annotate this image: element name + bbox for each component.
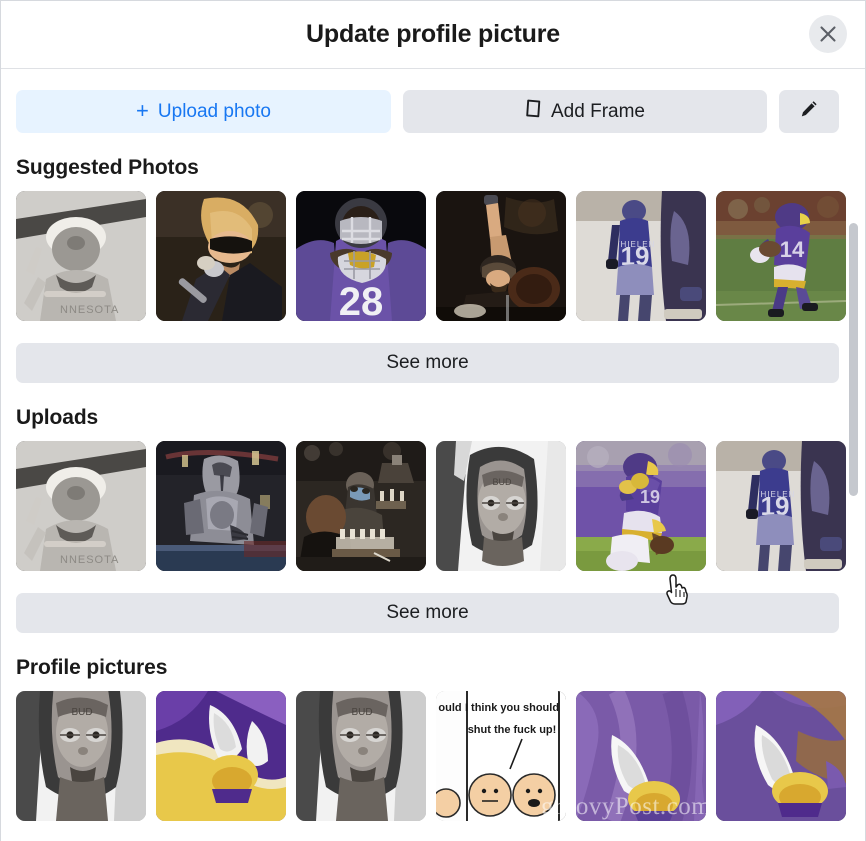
upload-photo-button[interactable]: + Upload photo — [16, 90, 391, 133]
scrollbar-thumb[interactable] — [849, 223, 858, 496]
svg-text:BUD: BUD — [351, 707, 372, 718]
photo-thumbnail[interactable]: BUD — [296, 691, 426, 821]
photo-thumbnail[interactable]: THIELEN 19 — [716, 441, 846, 571]
section-title: Suggested Photos — [16, 156, 199, 179]
see-more-suggested-button[interactable]: See more — [16, 343, 839, 383]
svg-text:BUD: BUD — [492, 477, 512, 487]
photo-thumbnail[interactable]: BUD — [16, 691, 146, 821]
action-row: + Upload photo Add Frame — [16, 69, 850, 133]
add-frame-label: Add Frame — [551, 100, 645, 122]
suggested-photos-grid: NNESOTA 28 THIELEN 19 14 — [16, 191, 846, 321]
page-title: Update profile picture — [306, 20, 560, 48]
pencil-icon — [799, 99, 819, 125]
close-icon — [819, 25, 837, 43]
section-uploads: Uploads NNESOTA BUD 19 THIELEN 19 See mo… — [16, 406, 850, 633]
photo-thumbnail[interactable] — [156, 191, 286, 321]
photo-thumbnail[interactable]: 28 — [296, 191, 426, 321]
svg-text:ould: ould — [438, 702, 461, 714]
svg-text:I think you should: I think you should — [465, 702, 559, 714]
section-title: Uploads — [16, 406, 99, 429]
see-more-uploads-button[interactable]: See more — [16, 593, 839, 633]
edit-button[interactable] — [779, 90, 839, 133]
photo-thumbnail[interactable]: THIELEN 19 — [576, 191, 706, 321]
photo-thumbnail[interactable] — [576, 691, 706, 821]
dialog-body: + Upload photo Add Frame Suggested Photo… — [1, 69, 865, 841]
section-title: Profile pictures — [16, 656, 168, 679]
photo-thumbnail[interactable]: NNESOTA — [16, 441, 146, 571]
svg-text:shut the fuck up!: shut the fuck up! — [468, 724, 557, 736]
scrollbar-track[interactable] — [849, 71, 862, 841]
svg-text:NNESOTA: NNESOTA — [60, 554, 119, 566]
photo-thumbnail[interactable]: ould I think you should shut the fuck up… — [436, 691, 566, 821]
photo-thumbnail[interactable] — [716, 691, 846, 821]
section-profile-pictures: Profile pictures BUD BUD ould I think yo… — [16, 656, 850, 821]
svg-text:14: 14 — [780, 237, 805, 262]
svg-text:19: 19 — [640, 487, 660, 507]
uploads-grid: NNESOTA BUD 19 THIELEN 19 — [16, 441, 846, 571]
upload-photo-label: Upload photo — [157, 100, 271, 122]
svg-text:NNESOTA: NNESOTA — [60, 304, 119, 316]
svg-text:BUD: BUD — [71, 707, 92, 718]
photo-thumbnail[interactable] — [156, 691, 286, 821]
section-suggested-photos: Suggested Photos NNESOTA 28 THIELEN 19 1… — [16, 156, 850, 383]
close-button[interactable] — [809, 15, 847, 53]
photo-thumbnail[interactable]: 14 — [716, 191, 846, 321]
svg-text:28: 28 — [339, 280, 384, 321]
photo-thumbnail[interactable]: 19 — [576, 441, 706, 571]
photo-thumbnail[interactable]: BUD — [436, 441, 566, 571]
update-profile-picture-dialog: Update profile picture + Upload photo Ad… — [0, 0, 866, 841]
plus-icon: + — [136, 97, 149, 123]
dialog-header: Update profile picture — [1, 1, 865, 69]
photo-thumbnail[interactable]: NNESOTA — [16, 191, 146, 321]
photo-thumbnail[interactable] — [296, 441, 426, 571]
frame-icon — [525, 99, 542, 124]
photo-thumbnail[interactable] — [156, 441, 286, 571]
add-frame-button[interactable]: Add Frame — [403, 90, 767, 133]
photo-thumbnail[interactable] — [436, 191, 566, 321]
profile-pictures-grid: BUD BUD ould I think you should shut the… — [16, 691, 846, 821]
